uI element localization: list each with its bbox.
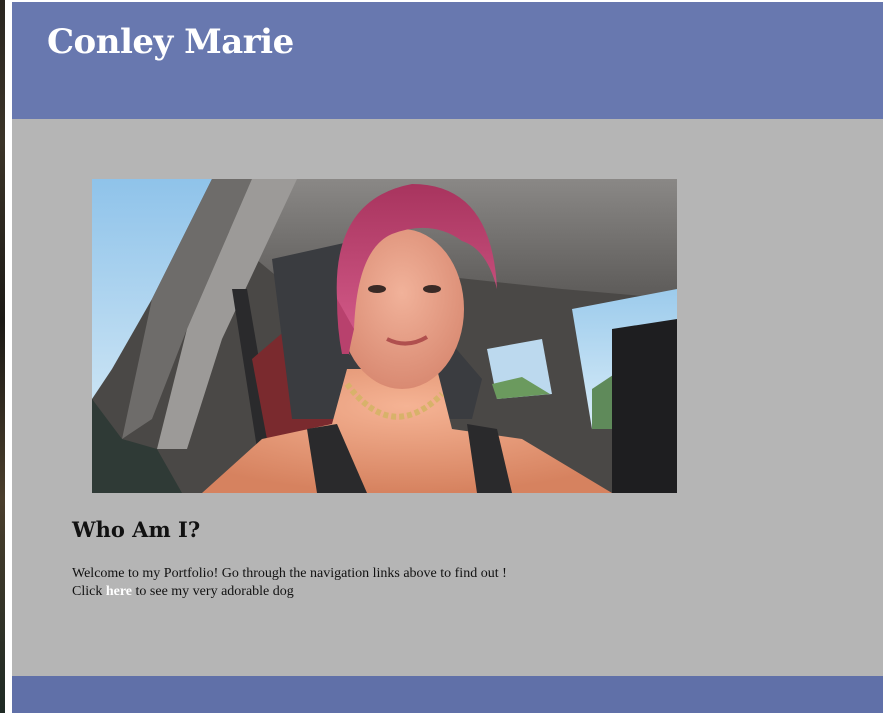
link-line-suffix: to see my very adorable dog bbox=[132, 584, 294, 599]
site-header: Conley Marie bbox=[12, 2, 883, 119]
site-title: Conley Marie bbox=[47, 22, 294, 62]
dog-page-link[interactable]: here bbox=[106, 584, 132, 599]
window-edge-strip bbox=[0, 0, 5, 713]
about-heading: Who Am I? bbox=[72, 517, 201, 542]
profile-photo bbox=[92, 179, 677, 493]
site-footer bbox=[12, 676, 883, 713]
link-line-prefix: Click bbox=[72, 584, 106, 599]
page: Conley Marie Who Am I? Welcome to my Por… bbox=[12, 2, 883, 713]
about-link-line: Click here to see my very adorable dog bbox=[72, 583, 507, 601]
about-welcome-text: Welcome to my Portfolio! Go through the … bbox=[72, 566, 507, 581]
about-text: Welcome to my Portfolio! Go through the … bbox=[72, 565, 507, 601]
